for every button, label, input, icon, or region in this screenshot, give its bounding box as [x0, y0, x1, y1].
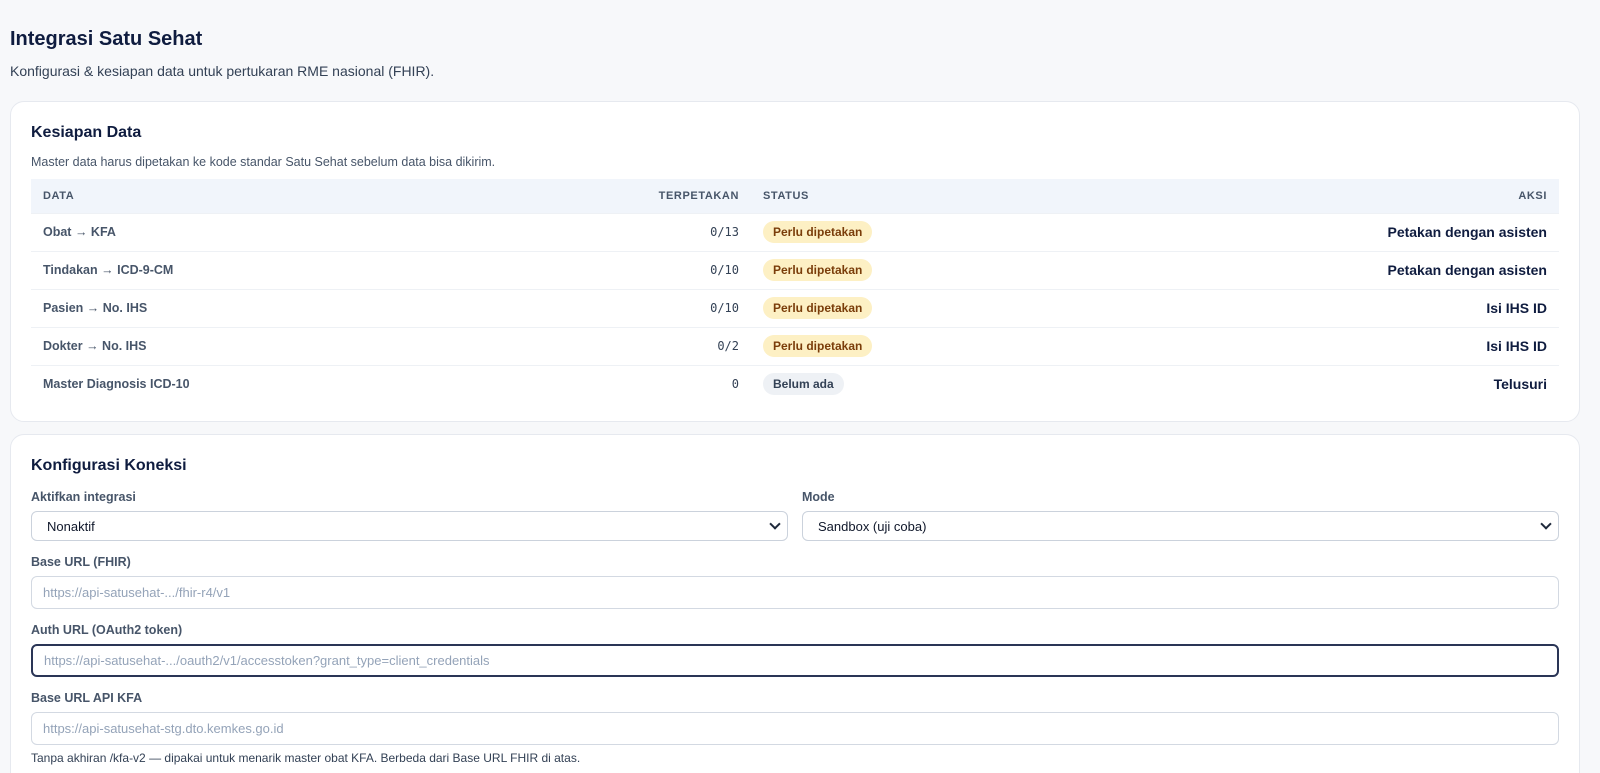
- column-header-status: STATUS: [763, 189, 809, 202]
- auth-url-input[interactable]: [31, 644, 1559, 677]
- mode-field: Mode Sandbox (uji coba): [802, 490, 1559, 541]
- table-row: Tindakan → ICD-9-CM 0/10 Perlu dipetakan…: [31, 250, 1559, 289]
- readiness-title: Kesiapan Data: [31, 124, 142, 141]
- chevron-down-icon: [1540, 518, 1552, 530]
- enable-select[interactable]: Nonaktif: [31, 511, 788, 541]
- readiness-description: Master data harus dipetakan ke kode stan…: [31, 155, 496, 169]
- table-row: Obat → KFA 0/13 Perlu dipetakan Petakan …: [31, 212, 1559, 251]
- mode-select[interactable]: Sandbox (uji coba): [802, 511, 1559, 541]
- row-mapped: 0/2: [631, 326, 751, 365]
- connection-title: Konfigurasi Koneksi: [31, 457, 187, 474]
- enable-select-value: Nonaktif: [47, 518, 95, 534]
- row-mapped: 0/10: [631, 288, 751, 327]
- row-data: Pasien → No. IHS: [31, 288, 631, 327]
- row-action-link[interactable]: Petakan dengan asisten: [1091, 250, 1559, 289]
- kfa-url-field: Base URL API KFA Tanpa akhiran /kfa-v2 —…: [31, 691, 1559, 765]
- status-badge: Perlu dipetakan: [763, 335, 873, 357]
- status-badge: Perlu dipetakan: [763, 221, 873, 243]
- kfa-url-label: Base URL API KFA: [31, 691, 143, 705]
- kfa-url-hint: Tanpa akhiran /kfa-v2 — dipakai untuk me…: [31, 751, 581, 765]
- mode-select-value: Sandbox (uji coba): [818, 518, 927, 534]
- row-mapped: 0/13: [631, 212, 751, 251]
- base-url-input[interactable]: [31, 576, 1559, 609]
- enable-label: Aktifkan integrasi: [31, 490, 136, 504]
- status-badge: Belum ada: [763, 373, 844, 396]
- row-action-link[interactable]: Telusuri: [1091, 364, 1559, 403]
- base-url-label: Base URL (FHIR): [31, 555, 131, 569]
- mode-label: Mode: [802, 490, 835, 504]
- status-badge: Perlu dipetakan: [763, 259, 873, 281]
- connection-card: Konfigurasi Koneksi Aktifkan integrasi N…: [10, 434, 1580, 773]
- row-action-link[interactable]: Isi IHS ID: [1091, 326, 1559, 365]
- enable-field: Aktifkan integrasi Nonaktif: [31, 490, 788, 541]
- auth-url-field: Auth URL (OAuth2 token): [31, 623, 1559, 677]
- row-mapped: 0: [631, 364, 751, 403]
- auth-url-label: Auth URL (OAuth2 token): [31, 623, 183, 637]
- readiness-table: DATA TERPETAKAN STATUS AKSI Obat → KFA 0…: [31, 179, 1559, 403]
- row-mapped: 0/10: [631, 250, 751, 289]
- page-subtitle: Konfigurasi & kesiapan data untuk pertuk…: [10, 63, 435, 79]
- row-action-link[interactable]: Isi IHS ID: [1091, 288, 1559, 327]
- column-header-mapped: TERPETAKAN: [658, 189, 739, 202]
- table-row: Dokter → No. IHS 0/2 Perlu dipetakan Isi…: [31, 326, 1559, 365]
- status-badge: Perlu dipetakan: [763, 297, 873, 319]
- page-title: Integrasi Satu Sehat: [10, 28, 203, 50]
- row-data: Dokter → No. IHS: [31, 326, 631, 365]
- row-data: Obat → KFA: [31, 212, 631, 251]
- table-header-row: DATA TERPETAKAN STATUS AKSI: [31, 179, 1559, 213]
- base-url-field: Base URL (FHIR): [31, 555, 1559, 609]
- row-action-link[interactable]: Petakan dengan asisten: [1091, 212, 1559, 251]
- kfa-url-input[interactable]: [31, 712, 1559, 745]
- column-header-action: AKSI: [1518, 189, 1547, 202]
- table-row: Master Diagnosis ICD-10 0 Belum ada Telu…: [31, 364, 1559, 403]
- readiness-card: Kesiapan Data Master data harus dipetaka…: [10, 101, 1580, 422]
- column-header-data: DATA: [43, 189, 75, 202]
- row-data: Master Diagnosis ICD-10: [31, 364, 631, 403]
- chevron-down-icon: [769, 518, 781, 530]
- row-data: Tindakan → ICD-9-CM: [31, 250, 631, 289]
- connection-select-row: Aktifkan integrasi Nonaktif Mode Sandbox…: [31, 490, 1559, 541]
- table-row: Pasien → No. IHS 0/10 Perlu dipetakan Is…: [31, 288, 1559, 327]
- page: Integrasi Satu Sehat Konfigurasi & kesia…: [0, 0, 1600, 773]
